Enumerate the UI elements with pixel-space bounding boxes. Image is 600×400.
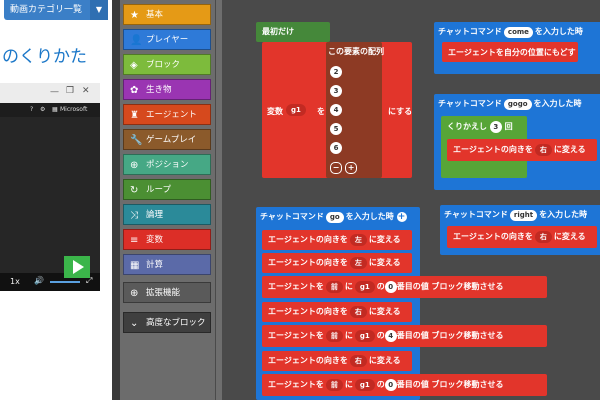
- close-icon[interactable]: ✕: [82, 86, 90, 96]
- window-titlebar: — ❐ ✕: [0, 83, 100, 103]
- agent-turn-block[interactable]: エージェントの向きを左に変える: [262, 253, 412, 273]
- restore-icon[interactable]: ❐: [66, 86, 74, 96]
- array-value[interactable]: 5: [330, 123, 342, 135]
- wrench-icon: 🔧: [130, 135, 143, 146]
- var-dropdown[interactable]: g1: [354, 330, 375, 342]
- index-value[interactable]: 0: [384, 281, 397, 293]
- panel-divider: [112, 0, 120, 400]
- category-math[interactable]: ▦ 計算: [123, 254, 211, 275]
- category-position[interactable]: ⊕ ポジション: [123, 154, 211, 175]
- agent-icon: ♜: [130, 110, 139, 121]
- volume-slider[interactable]: [50, 281, 80, 283]
- crosshair-icon: ⊕: [130, 160, 139, 171]
- agent-turn-block[interactable]: エージェントの向きを右に変える: [447, 226, 597, 248]
- direction-dropdown[interactable]: 前: [325, 330, 343, 342]
- category-loops[interactable]: ↻ ループ: [123, 179, 211, 200]
- index-value[interactable]: 0: [384, 379, 397, 391]
- help-icon[interactable]: ?: [30, 106, 33, 113]
- page-title: のくりかた: [2, 47, 87, 67]
- window-menubar: ? ⚙ ▦ Microsoft: [0, 103, 100, 117]
- direction-dropdown[interactable]: 右: [534, 144, 552, 156]
- agent-turn-block[interactable]: エージェントの向きを右に変える: [447, 139, 597, 161]
- array-block[interactable]: この要素の配列 2 3 4 5 6 − +: [326, 42, 384, 178]
- agent-move-block[interactable]: エージェントを前に g1 の 0 番目の値 ブロック移動させる: [262, 374, 547, 396]
- shuffle-icon: ⤨: [130, 210, 138, 221]
- command-name[interactable]: gogo: [503, 99, 532, 110]
- person-icon: 👤: [130, 35, 143, 46]
- list-icon: ≡: [130, 235, 139, 246]
- agent-teleport-block[interactable]: エージェントを自分の位置にもどす: [442, 42, 578, 62]
- repeat-count[interactable]: 3: [489, 121, 502, 133]
- category-player[interactable]: 👤 プレイヤー: [123, 29, 211, 50]
- calculator-icon: ▦: [130, 260, 140, 271]
- direction-dropdown[interactable]: 前: [325, 379, 343, 391]
- category-logic[interactable]: ⤨ 論理: [123, 204, 211, 225]
- agent-turn-block[interactable]: エージェントの向きを右に変える: [262, 302, 412, 322]
- agent-turn-block[interactable]: エージェントの向きを右に変える: [262, 351, 412, 371]
- command-name[interactable]: right: [509, 210, 538, 221]
- direction-dropdown[interactable]: 左: [349, 234, 367, 246]
- gear-icon[interactable]: ⚙: [40, 106, 45, 113]
- on-start-block[interactable]: 最初だけ: [256, 22, 330, 42]
- agent-move-block[interactable]: エージェントを前に g1 の 0 番目の値 ブロック移動させる: [262, 276, 547, 298]
- plus-circle-icon: ⊕: [130, 288, 139, 299]
- array-value[interactable]: 3: [330, 85, 342, 97]
- var-dropdown[interactable]: g1: [286, 104, 306, 116]
- chevron-down-icon: ⌄: [130, 318, 139, 329]
- direction-dropdown[interactable]: 前: [325, 281, 343, 293]
- category-extensions[interactable]: ⊕ 拡張機能: [123, 282, 211, 303]
- workspace-scrollbar[interactable]: [216, 0, 222, 400]
- agent-move-block[interactable]: エージェントを前に g1 の 4 番目の値 ブロック移動させる: [262, 325, 547, 347]
- paw-icon: ✿: [130, 85, 139, 96]
- caret-down-icon: ▼: [90, 0, 108, 20]
- zoom-level[interactable]: 1x: [10, 277, 20, 286]
- category-advanced[interactable]: ⌄ 高度なブロック: [123, 312, 211, 333]
- array-value[interactable]: 4: [330, 104, 342, 116]
- category-blocks[interactable]: ◈ ブロック: [123, 54, 211, 75]
- index-value[interactable]: 4: [384, 330, 397, 342]
- agent-turn-block[interactable]: エージェントの向きを左に変える: [262, 230, 412, 250]
- loop-icon: ↻: [130, 185, 139, 196]
- webpage-panel: 動画カテゴリ一覧 ▼ のくりかた — ❐ ✕ ? ⚙ ▦ Microsoft 1…: [0, 0, 112, 400]
- minimize-icon[interactable]: —: [50, 87, 59, 97]
- video-category-label: 動画カテゴリ一覧: [10, 5, 83, 15]
- play-button[interactable]: [64, 256, 90, 278]
- direction-dropdown[interactable]: 右: [349, 355, 367, 367]
- category-agent[interactable]: ♜ エージェント: [123, 104, 211, 125]
- video-category-button[interactable]: 動画カテゴリ一覧 ▼: [4, 0, 108, 20]
- direction-dropdown[interactable]: 右: [349, 306, 367, 318]
- add-parameter-icon[interactable]: +: [396, 212, 407, 222]
- direction-dropdown[interactable]: 右: [534, 231, 552, 243]
- volume-icon[interactable]: 🔊: [34, 276, 44, 285]
- category-gameplay[interactable]: 🔧 ゲームプレイ: [123, 129, 211, 150]
- microsoft-label: Microsoft: [60, 106, 88, 113]
- array-value[interactable]: 6: [330, 142, 342, 154]
- category-mobs[interactable]: ✿ 生き物: [123, 79, 211, 100]
- var-dropdown[interactable]: g1: [354, 281, 375, 293]
- var-dropdown[interactable]: g1: [354, 379, 375, 391]
- plus-icon[interactable]: +: [345, 162, 358, 174]
- code-workspace[interactable]: 最初だけ 変数 g1 を にする この要素の配列 2 3 4 5 6 − + チ…: [215, 0, 600, 400]
- microsoft-logo-icon: ▦: [52, 106, 58, 113]
- category-basic[interactable]: ★ 基本: [123, 4, 211, 25]
- star-icon: ★: [130, 10, 139, 21]
- cube-icon: ◈: [130, 60, 138, 71]
- command-name[interactable]: come: [503, 27, 533, 38]
- direction-dropdown[interactable]: 左: [349, 257, 367, 269]
- array-value[interactable]: 2: [330, 66, 342, 78]
- command-name[interactable]: go: [325, 212, 344, 223]
- minus-icon[interactable]: −: [330, 162, 342, 174]
- block-toolbox: ★ 基本 👤 プレイヤー ◈ ブロック ✿ 生き物 ♜ エージェント 🔧 ゲームプレイ ⊕ ポ…: [120, 0, 215, 400]
- category-variables[interactable]: ≡ 変数: [123, 229, 211, 250]
